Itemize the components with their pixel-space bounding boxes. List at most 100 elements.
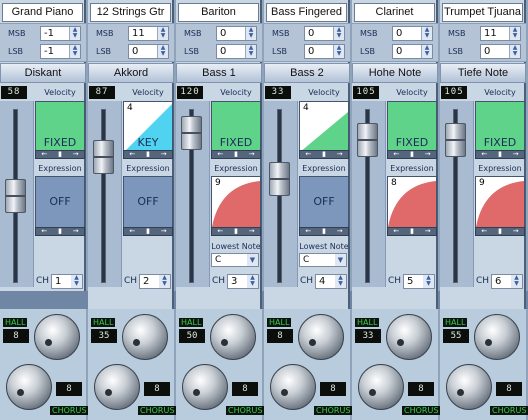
spinner-arrows-icon[interactable]: ▲ ▼ [421,45,432,58]
msb-spinner[interactable]: 0 ▲ ▼ [216,26,257,41]
arrow-right-icon[interactable]: → [73,228,79,235]
lsb-spinner[interactable]: -1 ▲ ▼ [40,44,81,59]
chorus-knob[interactable] [94,364,140,410]
arrow-right-icon[interactable]: → [513,228,519,235]
part-name-header[interactable]: Tiefe Note [440,63,526,83]
arrow-right-icon[interactable]: → [337,228,343,235]
arrow-right-icon[interactable]: → [73,151,79,158]
instrument-name-field[interactable]: 12 Strings Gtr [90,3,171,22]
arrow-right-icon[interactable]: → [161,228,167,235]
expression-curve-panel[interactable]: 9 [211,176,261,228]
spinner-arrows-icon[interactable]: ▲ ▼ [245,45,256,58]
lsb-spinner[interactable]: 0 ▲ ▼ [304,44,345,59]
arrow-right-icon[interactable]: → [337,151,343,158]
arrow-right-icon[interactable]: → [425,151,431,158]
velocity-arrow-bar[interactable]: ← ▮ → [387,150,437,159]
slider-thumb-icon[interactable]: ▮ [410,151,414,158]
instrument-name-field[interactable]: Grand Piano [2,3,83,22]
part-name-header[interactable]: Akkord [88,63,174,83]
expression-arrow-bar[interactable]: ← ▮ → [299,227,349,236]
msb-spinner[interactable]: -1 ▲ ▼ [40,26,81,41]
arrow-left-icon[interactable]: ← [129,228,135,235]
lowest-note-select[interactable]: C ▼ [211,253,259,267]
instrument-name-field[interactable]: Bariton [178,3,259,22]
spinner-arrows-icon[interactable]: ▲ ▼ [247,275,258,288]
spinner-arrows-icon[interactable]: ▲ ▼ [71,275,82,288]
chevron-down-icon[interactable]: ▼ [247,254,258,266]
slider-thumb-icon[interactable]: ▮ [322,151,326,158]
lsb-spinner[interactable]: 0 ▲ ▼ [128,44,169,59]
arrow-right-icon[interactable]: → [249,151,255,158]
hall-reverb-knob[interactable] [298,314,344,360]
part-name-header[interactable]: Bass 2 [264,63,350,83]
chorus-knob[interactable] [270,364,316,410]
spinner-arrows-icon[interactable]: ▲ ▼ [245,27,256,40]
hall-reverb-knob[interactable] [210,314,256,360]
lowest-note-select[interactable]: C ▼ [299,253,347,267]
midi-channel-spinner[interactable]: 4 ▲ ▼ [315,274,347,289]
spinner-arrows-icon[interactable]: ▲ ▼ [157,27,168,40]
arrow-left-icon[interactable]: ← [481,151,487,158]
volume-fader[interactable] [176,101,210,287]
expression-curve-panel[interactable]: OFF [35,176,85,228]
velocity-curve-panel[interactable]: FIXED [211,101,261,153]
velocity-arrow-bar[interactable]: ← ▮ → [211,150,261,159]
arrow-right-icon[interactable]: → [513,151,519,158]
spinner-arrows-icon[interactable]: ▲ ▼ [333,27,344,40]
arrow-left-icon[interactable]: ← [217,228,223,235]
lsb-spinner[interactable]: 0 ▲ ▼ [392,44,433,59]
expression-arrow-bar[interactable]: ← ▮ → [35,227,85,236]
midi-channel-spinner[interactable]: 6 ▲ ▼ [491,274,523,289]
slider-thumb-icon[interactable]: ▮ [146,228,150,235]
expression-curve-panel[interactable]: OFF [123,176,173,228]
part-name-header[interactable]: Bass 1 [176,63,262,83]
velocity-curve-panel[interactable]: FIXED [35,101,85,153]
msb-spinner[interactable]: 11 ▲ ▼ [480,26,521,41]
arrow-left-icon[interactable]: ← [393,228,399,235]
hall-reverb-knob[interactable] [34,314,80,360]
spinner-arrows-icon[interactable]: ▲ ▼ [69,45,80,58]
spinner-arrows-icon[interactable]: ▲ ▼ [423,275,434,288]
chevron-down-icon[interactable]: ▼ [335,254,346,266]
arrow-right-icon[interactable]: → [425,228,431,235]
expression-arrow-bar[interactable]: ← ▮ → [475,227,525,236]
arrow-left-icon[interactable]: ← [41,228,47,235]
chorus-knob[interactable] [446,364,492,410]
velocity-curve-panel[interactable]: 4 [299,101,349,153]
velocity-curve-panel[interactable]: 4 KEY [123,101,173,153]
spinner-arrows-icon[interactable]: ▲ ▼ [157,45,168,58]
expression-arrow-bar[interactable]: ← ▮ → [123,227,173,236]
velocity-curve-panel[interactable]: FIXED [475,101,525,153]
slider-thumb-icon[interactable]: ▮ [234,151,238,158]
arrow-left-icon[interactable]: ← [305,151,311,158]
volume-fader[interactable] [0,101,34,287]
msb-spinner[interactable]: 0 ▲ ▼ [392,26,433,41]
slider-thumb-icon[interactable]: ▮ [322,228,326,235]
spinner-arrows-icon[interactable]: ▲ ▼ [159,275,170,288]
instrument-name-field[interactable]: Clarinet [354,3,435,22]
volume-fader[interactable] [264,101,298,287]
velocity-arrow-bar[interactable]: ← ▮ → [35,150,85,159]
arrow-left-icon[interactable]: ← [393,151,399,158]
slider-thumb-icon[interactable]: ▮ [498,228,502,235]
fader-knob[interactable] [93,139,114,174]
spinner-arrows-icon[interactable]: ▲ ▼ [421,27,432,40]
fader-knob[interactable] [357,123,378,157]
spinner-arrows-icon[interactable]: ▲ ▼ [335,275,346,288]
velocity-arrow-bar[interactable]: ← ▮ → [123,150,173,159]
midi-channel-spinner[interactable]: 1 ▲ ▼ [51,274,83,289]
velocity-curve-panel[interactable]: FIXED [387,101,437,153]
slider-thumb-icon[interactable]: ▮ [498,151,502,158]
velocity-arrow-bar[interactable]: ← ▮ → [475,150,525,159]
slider-thumb-icon[interactable]: ▮ [234,228,238,235]
slider-thumb-icon[interactable]: ▮ [58,151,62,158]
arrow-left-icon[interactable]: ← [481,228,487,235]
arrow-right-icon[interactable]: → [249,228,255,235]
instrument-name-field[interactable]: Bass Fingered [266,3,347,22]
fader-knob[interactable] [445,123,466,157]
arrow-left-icon[interactable]: ← [129,151,135,158]
instrument-name-field[interactable]: Trumpet Tjuana [442,3,523,22]
velocity-arrow-bar[interactable]: ← ▮ → [299,150,349,159]
arrow-left-icon[interactable]: ← [217,151,223,158]
hall-reverb-knob[interactable] [122,314,168,360]
